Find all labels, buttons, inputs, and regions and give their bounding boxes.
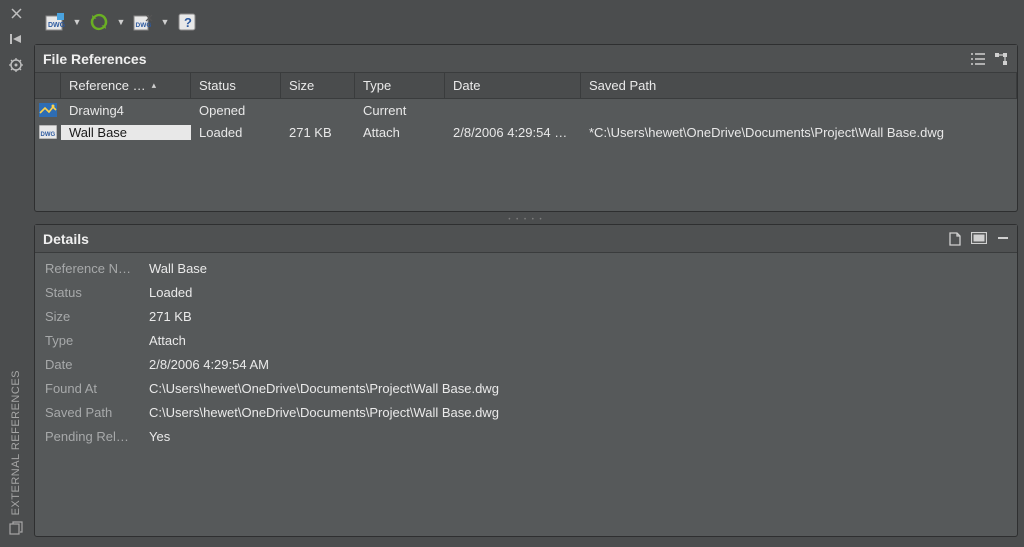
table-body: Drawing4 Opened Current DWG Wall Base Lo… [35,99,1017,211]
details-body: Reference N… Wall Base Status Loaded Siz… [35,253,1017,456]
file-references-header: File References [35,45,1017,73]
table-header-row: Reference … Status Size Type Date Saved … [35,73,1017,99]
cell-type: Current [355,103,445,118]
xref-icon [9,521,23,535]
value-type: Attach [149,333,1007,348]
toolbar: DWG ▼ ▼ DWG ▼ ? [34,4,1018,44]
label-size: Size [45,309,145,324]
svg-text:DWG: DWG [41,132,56,138]
cell-status: Opened [191,103,281,118]
value-reference-name: Wall Base [149,261,1007,276]
help-button[interactable]: ? [176,11,198,33]
properties-icon[interactable] [9,58,23,72]
cell-type: Attach [355,125,445,140]
file-references-title: File References [43,51,147,67]
main-area: DWG ▼ ▼ DWG ▼ ? File References [32,0,1024,547]
value-status: Loaded [149,285,1007,300]
col-saved-path[interactable]: Saved Path [581,73,1017,98]
table-row[interactable]: Drawing4 Opened Current [35,99,1017,121]
change-path-dropdown[interactable]: ▼ [160,17,170,27]
label-type: Type [45,333,145,348]
collapse-icon[interactable] [997,232,1009,246]
cell-size: 271 KB [281,125,355,140]
label-status: Status [45,285,145,300]
value-size: 271 KB [149,309,1007,324]
close-icon[interactable] [9,6,23,20]
value-found-at: C:\Users\hewet\OneDrive\Documents\Projec… [149,381,1007,396]
value-date: 2/8/2006 4:29:54 AM [149,357,1007,372]
details-panel: Details Reference N… Wall Base Status Lo… [34,224,1018,537]
label-found-at: Found At [45,381,145,396]
cell-date: 2/8/2006 4:29:54 … [445,125,581,140]
col-reference-name[interactable]: Reference … [61,73,191,98]
file-references-panel: File References Reference … Status Size … [34,44,1018,212]
auto-hide-icon[interactable] [9,32,23,46]
label-date: Date [45,357,145,372]
value-saved-path: C:\Users\hewet\OneDrive\Documents\Projec… [149,405,1007,420]
row-icon: DWG [35,125,61,139]
svg-text:?: ? [184,15,192,30]
col-date[interactable]: Date [445,73,581,98]
splitter[interactable]: • • • • • [34,216,1018,224]
palette-title: EXTERNAL REFERENCES [10,370,22,515]
attach-dwg-button[interactable]: DWG [44,11,66,33]
list-view-icon[interactable] [971,53,985,65]
col-status[interactable]: Status [191,73,281,98]
palette-title-strip: EXTERNAL REFERENCES [0,370,32,541]
row-icon [35,103,61,117]
cell-name: Drawing4 [61,103,191,118]
tree-view-icon[interactable] [995,53,1009,65]
table-row[interactable]: DWG Wall Base Loaded 271 KB Attach 2/8/2… [35,121,1017,143]
refresh-dropdown[interactable]: ▼ [116,17,126,27]
open-file-icon[interactable] [949,232,961,246]
attach-dropdown[interactable]: ▼ [72,17,82,27]
cell-status: Loaded [191,125,281,140]
svg-text:DWG: DWG [136,22,152,29]
label-pending: Pending Rel… [45,429,145,444]
col-icon[interactable] [35,73,61,98]
label-saved-path: Saved Path [45,405,145,420]
change-path-button[interactable]: DWG [132,11,154,33]
cell-path: *C:\Users\hewet\OneDrive\Documents\Proje… [581,125,1017,140]
svg-text:DWG: DWG [48,22,65,29]
refresh-button[interactable] [88,11,110,33]
label-reference-name: Reference N… [45,261,145,276]
cell-name: Wall Base [61,125,191,140]
col-type[interactable]: Type [355,73,445,98]
details-title: Details [43,231,89,247]
details-header: Details [35,225,1017,253]
preview-icon[interactable] [971,232,987,246]
col-size[interactable]: Size [281,73,355,98]
value-pending: Yes [149,429,1007,444]
